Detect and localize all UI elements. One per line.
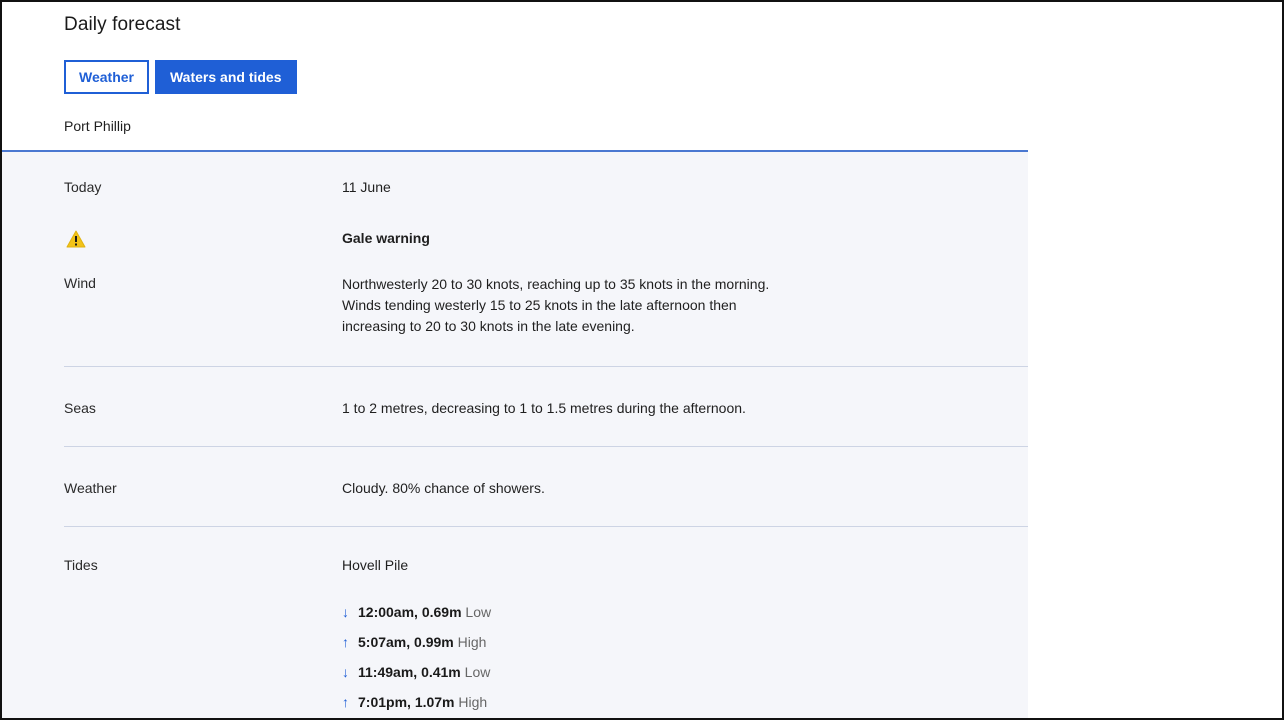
section-divider: [64, 446, 1028, 447]
tide-type: Low: [464, 664, 491, 680]
arrow-down-icon: ↓: [342, 664, 349, 680]
tide-reading: 11:49am, 0.41m Low: [358, 664, 491, 680]
location-name: Port Phillip: [64, 118, 131, 134]
gale-warning-text: Gale warning: [342, 230, 430, 246]
weather-label: Weather: [64, 480, 117, 496]
forecast-frame: Daily forecast Weather Waters and tides …: [0, 0, 1284, 720]
forecast-header: Daily forecast Weather Waters and tides …: [2, 2, 1028, 152]
tide-entry: ↓ 12:00am, 0.69m Low: [342, 604, 491, 620]
wind-line: increasing to 20 to 30 knots in the late…: [342, 318, 635, 334]
tide-entry: ↑ 5:07am, 0.99m High: [342, 634, 486, 650]
section-divider: [64, 526, 1028, 527]
tide-type: Low: [465, 604, 492, 620]
tide-time: 5:07am: [358, 634, 407, 650]
wind-line: Winds tending westerly 15 to 25 knots in…: [342, 297, 737, 313]
tide-station-name: Hovell Pile: [342, 557, 409, 573]
warning-triangle-icon: [66, 230, 86, 248]
wind-label: Wind: [64, 275, 96, 291]
tide-height: 0.99m: [414, 634, 454, 650]
tide-entry: ↓ 11:49am, 0.41m Low: [342, 664, 490, 680]
tide-type: High: [457, 634, 487, 650]
tide-height: 0.41m: [421, 664, 461, 680]
wind-line: Northwesterly 20 to 30 knots, reaching u…: [342, 276, 770, 292]
arrow-up-icon: ↑: [342, 634, 349, 650]
tide-height: 1.07m: [414, 694, 455, 710]
tab-weather[interactable]: Weather: [64, 60, 149, 94]
arrow-down-icon: ↓: [342, 604, 349, 620]
tide-time: 12:00am: [358, 604, 415, 620]
tide-reading: 12:00am, 0.69m Low: [358, 604, 492, 620]
page-title: Daily forecast: [64, 14, 181, 35]
tide-reading: 7:01pm, 1.07m High: [358, 694, 488, 710]
tide-height: 0.69m: [421, 604, 462, 620]
tab-waters-and-tides[interactable]: Waters and tides: [154, 60, 297, 94]
arrow-up-icon: ↑: [342, 694, 349, 710]
tide-type: High: [458, 694, 488, 710]
forecast-content: Today 11 June Gale warning Wind Northwes…: [2, 152, 1028, 718]
section-divider: [64, 366, 1028, 367]
forecast-panel: Daily forecast Weather Waters and tides …: [2, 2, 1028, 718]
tide-time: 7:01pm: [358, 694, 408, 710]
tab-bar: Weather Waters and tides: [64, 60, 297, 94]
day-label: Today: [64, 179, 102, 195]
wind-description: Northwesterly 20 to 30 knots, reaching u…: [342, 274, 902, 337]
tide-entry: ↑ 7:01pm, 1.07m High: [342, 694, 487, 710]
tide-reading: 5:07am, 0.99m High: [358, 634, 487, 650]
weather-description: Cloudy. 80% chance of showers.: [342, 480, 545, 496]
seas-description: 1 to 2 metres, decreasing to 1 to 1.5 me…: [342, 400, 746, 416]
seas-label: Seas: [64, 400, 96, 416]
tide-time: 11:49am: [358, 664, 414, 680]
forecast-date: 11 June: [342, 179, 391, 195]
tides-label: Tides: [64, 557, 98, 573]
